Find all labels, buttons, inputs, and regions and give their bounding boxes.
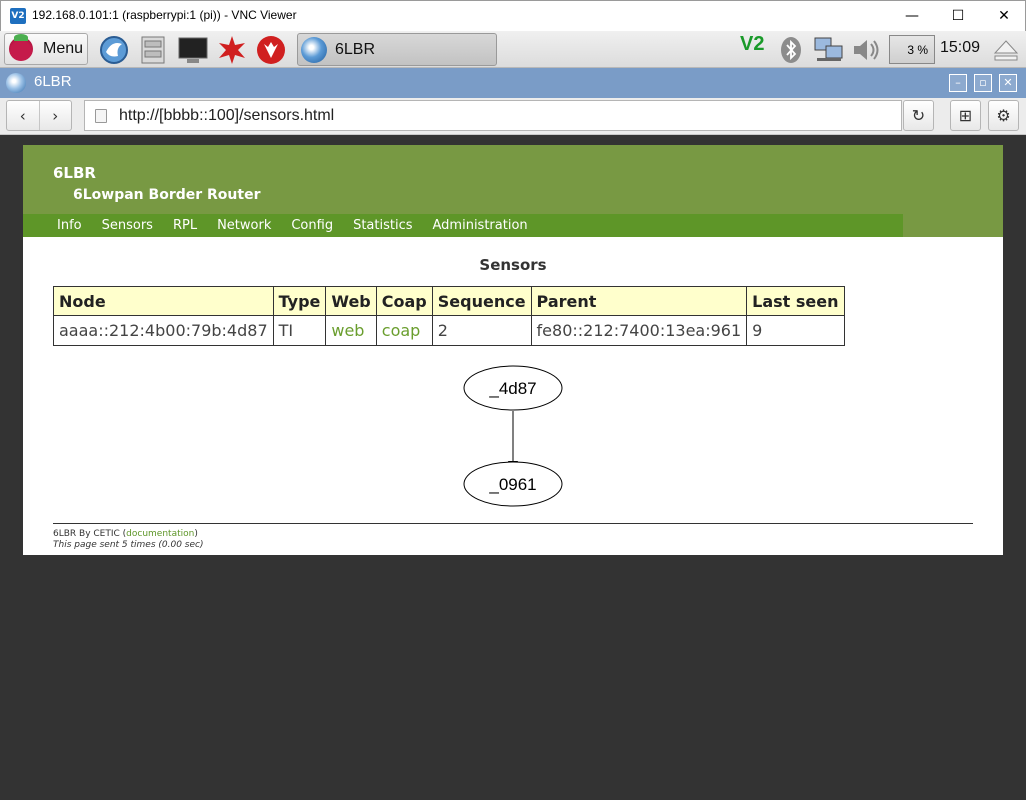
column-header-last-seen: Last seen [746,286,845,316]
raspberry-pi-icon [9,34,33,61]
column-header-parent: Parent [530,286,748,316]
cell-web: web [325,315,377,346]
graph-node-label: _0961 [488,475,536,494]
cell-coap: coap [375,315,433,346]
cell-parent: fe80::212:7400:13ea:961 [530,315,748,346]
wolfram-icon[interactable] [255,34,287,66]
clock[interactable]: 15:09 [940,39,980,57]
table-header-row: Node Type Web Coap Sequence Parent Last … [53,286,845,316]
web-viewport: 6LBR 6Lowpan Border Router Info Sensors … [0,135,1026,800]
nav-network[interactable]: Network [217,218,271,233]
column-header-web: Web [325,286,377,316]
column-header-coap: Coap [375,286,433,316]
file-manager-icon[interactable] [139,34,171,66]
browser-minimize-button[interactable]: – [949,74,967,92]
minimize-button[interactable]: — [889,1,935,31]
address-bar[interactable]: http://[bbbb::100]/sensors.html [84,100,902,131]
volume-icon[interactable] [851,36,883,64]
menu-label: Menu [43,40,84,57]
site-header: 6LBR 6Lowpan Border Router Info Sensors … [23,145,1003,237]
table-row: aaaa::212:4b00:79b:4d87 TI web coap 2 fe… [53,315,845,346]
browser-toolbar: ‹ › http://[bbbb::100]/sensors.html ↻ ⊞ … [0,98,1026,135]
footer-credit: 6LBR By CETIC (documentation) [53,529,198,539]
site-subtitle: 6Lowpan Border Router [73,187,261,203]
footer-sent-count: This page sent 5 times (0.00 sec) [53,540,204,550]
bluetooth-icon[interactable] [780,36,802,64]
cpu-usage-monitor[interactable]: 3 % [889,35,935,64]
forward-button[interactable]: › [38,101,72,130]
web-browser-icon [6,73,26,93]
sensors-table: Node Type Web Coap Sequence Parent Last … [53,286,845,346]
reload-button[interactable]: ↻ [903,100,934,131]
nav-sensors[interactable]: Sensors [102,218,153,233]
window-title: 192.168.0.101:1 (raspberrypi:1 (pi)) - V… [32,8,297,22]
start-menu-button[interactable]: Menu [4,33,88,65]
terminal-icon[interactable] [177,34,209,66]
column-header-type: Type [272,286,327,316]
site-nav: Info Sensors RPL Network Config Statisti… [23,214,903,237]
nav-administration[interactable]: Administration [433,218,528,233]
graph-node-label: _4d87 [488,379,536,398]
web-browser-icon [301,36,327,63]
web-link[interactable]: web [331,321,364,340]
footer-divider [53,523,973,524]
maximize-button[interactable]: ☐ [935,1,981,31]
nav-statistics[interactable]: Statistics [353,218,412,233]
close-button[interactable]: ✕ [981,1,1026,31]
browser-restore-button[interactable]: ▫ [974,74,992,92]
url-text: http://[bbbb::100]/sensors.html [119,106,335,124]
eject-icon[interactable] [993,37,1019,63]
coap-link[interactable]: coap [382,321,421,340]
cell-last-seen: 9 [746,315,845,346]
nav-config[interactable]: Config [291,218,333,233]
nav-rpl[interactable]: RPL [173,218,197,233]
column-header-sequence: Sequence [431,286,532,316]
vnc-server-icon[interactable]: V2 [740,33,774,66]
browser-window-title: 6LBR [34,73,72,90]
taskbar-label: 6LBR [335,40,376,58]
bookmark-button[interactable]: ⊞ [950,100,981,131]
vnc-viewer-icon: V2 [10,8,26,24]
documentation-link[interactable]: documentation [126,529,194,539]
web-browser-icon[interactable] [98,34,130,66]
back-button[interactable]: ‹ [7,101,39,130]
cell-node: aaaa::212:4b00:79b:4d87 [53,315,274,346]
cell-type: TI [272,315,327,346]
vnc-viewer-titlebar: V2 192.168.0.101:1 (raspberrypi:1 (pi)) … [0,0,1026,31]
network-icon[interactable] [813,36,845,64]
settings-button[interactable]: ⚙ [988,100,1019,131]
browser-titlebar: 6LBR – ▫ ✕ [0,68,1026,98]
page-footer: 6LBR By CETIC (documentation) This page … [53,529,203,551]
web-page: 6LBR 6Lowpan Border Router Info Sensors … [23,145,1003,555]
section-title: Sensors [479,256,547,274]
nav-info[interactable]: Info [57,218,82,233]
cell-sequence: 2 [431,315,532,346]
rpl-graph: _4d87 _0961 [463,365,563,507]
column-header-node: Node [53,286,274,316]
mathematica-icon[interactable] [217,34,249,66]
navigation-buttons: ‹ › [6,100,72,131]
taskbar-6lbr[interactable]: 6LBR [297,33,497,66]
site-name: 6LBR [53,164,96,182]
browser-close-button[interactable]: ✕ [999,74,1017,92]
desktop-panel: Menu 6LBR V2 3 % 15:09 [0,31,1026,68]
page-icon [95,108,107,123]
